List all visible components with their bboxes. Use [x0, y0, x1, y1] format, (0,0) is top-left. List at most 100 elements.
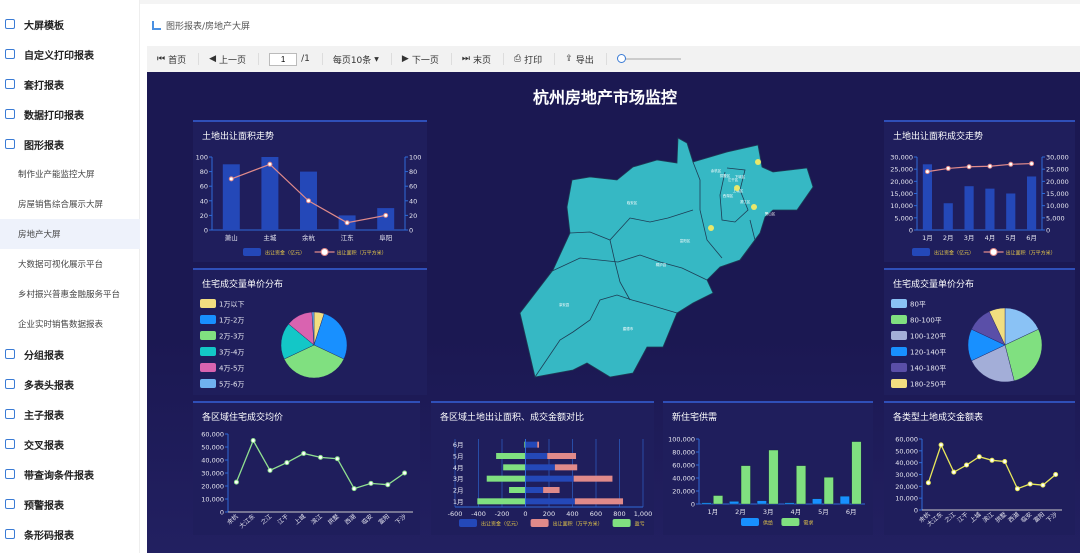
bar — [839, 496, 850, 505]
y-tick-label: 4月 — [453, 464, 464, 472]
legend-label: 2万-3万 — [219, 333, 244, 341]
map-region-outline — [519, 137, 814, 378]
legend-label: 出让资金（亿元） — [481, 521, 521, 528]
y-tick-label: 20 — [200, 212, 208, 220]
line-point — [267, 467, 273, 473]
legend-label: 100-120平 — [910, 333, 946, 341]
y-tick-label: 40,000 — [895, 459, 918, 467]
legend-label: 120-140平 — [910, 349, 946, 357]
y-tick-label: 100,000 — [668, 436, 695, 444]
y-tick-label: 20,000 — [895, 483, 918, 491]
map-marker — [708, 225, 714, 231]
bar — [943, 203, 953, 230]
bar — [756, 500, 767, 505]
bar-segment — [525, 441, 538, 448]
line-point — [306, 198, 311, 204]
map-region-label: 西湖区 — [723, 193, 734, 198]
y-tick-label: 100 — [196, 154, 208, 162]
y-tick-label: 0 — [1046, 227, 1050, 235]
x-tick-label: -200 — [495, 510, 510, 518]
x-tick-label: 富阳 — [1032, 510, 1046, 524]
line-point — [351, 486, 357, 492]
x-tick-label: 之江 — [259, 512, 273, 526]
legend-swatch — [891, 347, 907, 356]
x-tick-label: 余杭 — [302, 233, 316, 242]
line-point — [987, 163, 993, 169]
y-tick-label: 20,000 — [890, 178, 913, 186]
map-marker — [734, 185, 740, 191]
bar-segment — [509, 487, 526, 493]
bar-segment — [525, 464, 555, 471]
legend-swatch — [891, 315, 907, 324]
map-region-label: 拱墅区 — [720, 173, 731, 178]
x-tick-label: 富阳 — [377, 512, 391, 526]
x-tick-label: 滨江 — [309, 512, 323, 526]
x-tick-label: 临安 — [1019, 510, 1033, 524]
legend-swatch — [200, 379, 216, 388]
x-tick-label: 1月 — [922, 234, 933, 242]
y-tick-label: 5月 — [453, 453, 464, 461]
line-point — [233, 479, 239, 485]
bar-segment — [486, 475, 526, 482]
x-tick-label: 西湖 — [1006, 510, 1020, 524]
x-tick-label: 4月 — [985, 234, 996, 242]
legend-swatch — [891, 299, 907, 308]
line-point — [945, 165, 951, 171]
bar-segment — [574, 498, 624, 505]
y-tick-label: 6月 — [453, 441, 464, 449]
x-tick-label: 主城 — [263, 233, 277, 242]
legend-label: 出让面积（万平方米） — [553, 521, 603, 528]
line-point — [344, 220, 350, 226]
y-tick-label: 0 — [914, 507, 918, 515]
y-tick-label: 40,000 — [201, 457, 224, 465]
legend-swatch — [891, 363, 907, 372]
y-tick-label: 80 — [409, 168, 417, 176]
legend-swatch — [912, 248, 930, 256]
bar-segment — [547, 453, 577, 459]
bar — [922, 164, 932, 230]
series-line — [235, 439, 405, 490]
bar-segment — [477, 498, 526, 505]
legend-label: 5万-6万 — [219, 381, 244, 389]
x-tick-label: 江干 — [956, 511, 970, 524]
legend-swatch — [200, 347, 216, 356]
map-region-label: 富阳区 — [680, 238, 691, 243]
x-tick-label: 西湖 — [343, 512, 357, 526]
line-point — [1029, 161, 1035, 167]
chart-line: 010,00020,00030,00040,00050,00060,000余杭大… — [201, 431, 413, 530]
bar — [377, 208, 395, 230]
line-point — [402, 470, 408, 476]
y-tick-label: 20,000 — [672, 488, 695, 496]
legend-label: 1万以下 — [219, 301, 244, 309]
y-tick-label: 30,000 — [895, 471, 918, 479]
series-line — [927, 443, 1057, 490]
y-tick-label: 80,000 — [672, 449, 695, 457]
y-tick-label: 60 — [409, 183, 417, 191]
line-point — [964, 462, 970, 468]
line-point — [989, 457, 995, 463]
y-tick-label: 0 — [220, 509, 224, 517]
x-tick-label: 1,000 — [634, 510, 653, 518]
bar-segment — [525, 487, 544, 493]
legend-swatch — [459, 519, 477, 527]
line-point — [924, 169, 930, 175]
y-tick-label: 100 — [409, 154, 421, 162]
y-tick-label: 3月 — [453, 475, 464, 483]
bar-segment — [496, 453, 526, 459]
legend-label: 盈亏 — [635, 522, 645, 528]
x-tick-label: 江东 — [341, 233, 355, 242]
y-tick-label: 25,000 — [890, 166, 913, 174]
panel-title: 各类型土地成交金额表 — [893, 413, 984, 423]
legend-label: 180-250平 — [910, 381, 946, 389]
x-tick-label: 6月 — [846, 508, 857, 516]
line-point — [385, 482, 391, 488]
x-tick-label: 2月 — [943, 234, 954, 242]
series-line — [927, 162, 1032, 173]
bar — [851, 441, 862, 505]
panel-title: 新住宅供需 — [672, 413, 718, 423]
x-tick-label: 临安 — [360, 512, 374, 526]
legend-swatch — [741, 518, 759, 526]
x-tick-label: 3月 — [763, 508, 774, 516]
x-tick-label: 拱墅 — [994, 510, 1008, 524]
y-tick-label: 20 — [409, 212, 417, 220]
